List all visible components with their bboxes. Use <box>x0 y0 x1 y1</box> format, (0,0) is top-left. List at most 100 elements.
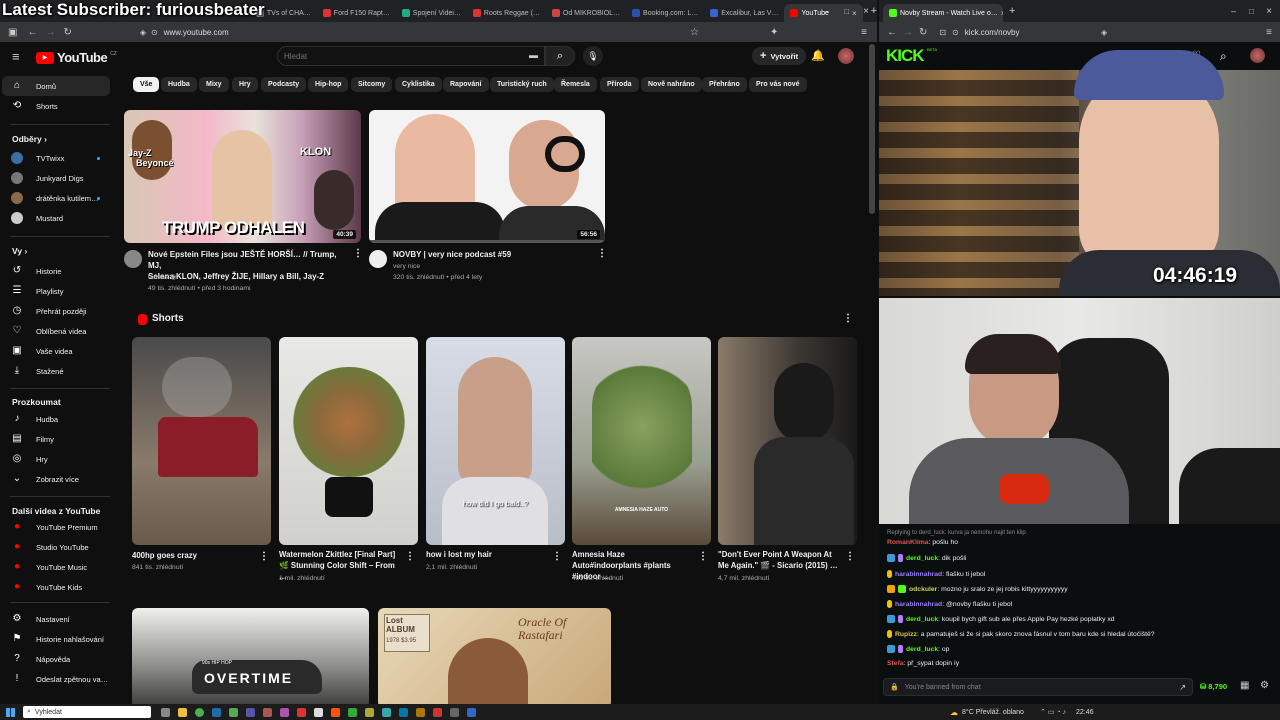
sidebar-item-settings[interactable]: ⚙ Nastavení <box>0 609 110 629</box>
maximize-icon[interactable]: □ <box>1249 7 1254 16</box>
channel-avatar[interactable] <box>124 250 142 268</box>
bookmark-icon[interactable]: ⊡ <box>939 28 946 37</box>
app-icon[interactable] <box>263 707 272 717</box>
menu-icon[interactable]: ≡ <box>861 27 867 38</box>
minimize-icon[interactable]: – <box>824 6 829 16</box>
more-options-icon[interactable]: ⋮ <box>353 248 363 259</box>
sidebar-item-shorts[interactable]: ⟲ Shorts <box>0 96 110 116</box>
sidebar-item-report-history[interactable]: ⚑ Historie nahlašování <box>0 629 110 649</box>
app-icon[interactable] <box>450 707 459 717</box>
sidebar-item-subscription[interactable]: drátěnka kutilem… <box>0 188 110 208</box>
weather-text[interactable]: 8°C Převláž. oblano <box>962 709 1024 716</box>
back-icon[interactable]: ← <box>27 27 37 38</box>
clock[interactable]: 22:46 <box>1076 709 1094 716</box>
video-thumbnail[interactable]: Lost ALBUM 1978 $3.95 Oracle Of Rastafar… <box>378 608 611 704</box>
short-thumbnail[interactable]: AMNESIA HAZE AUTO <box>572 337 711 545</box>
short-title[interactable]: how i lost my hair <box>426 549 546 560</box>
new-tab-button[interactable]: + <box>1009 5 1015 17</box>
more-options-icon[interactable]: ⋮ <box>845 551 855 562</box>
chat-username[interactable]: derd_luck <box>906 555 938 562</box>
avatar[interactable] <box>838 48 854 64</box>
reload-icon[interactable]: ↻ <box>63 27 71 38</box>
sidebar-item-watch-later[interactable]: ◷ Přehrát později <box>0 301 110 321</box>
search-button[interactable]: ⌕ <box>545 46 575 66</box>
sidebar-item-subscription[interactable]: Mustard <box>0 208 110 228</box>
channel-avatar[interactable] <box>369 250 387 268</box>
chip[interactable]: Hry <box>232 77 258 92</box>
chip[interactable]: Hip-hop <box>308 77 349 92</box>
short-thumbnail[interactable] <box>718 337 857 545</box>
sidebar-item-music[interactable]: ♪ Hudba <box>0 409 110 429</box>
app-icon[interactable] <box>433 707 442 717</box>
browser-tab[interactable]: Ford F150 Rapt… <box>317 4 396 22</box>
channel-name[interactable]: very nice <box>393 261 420 272</box>
chip[interactable]: Turistický ruch <box>490 77 554 92</box>
more-options-icon[interactable]: ⋮ <box>552 551 562 562</box>
app-icon[interactable] <box>297 707 306 717</box>
browser-tab[interactable]: Roots Reggae (… <box>467 4 546 22</box>
search-input[interactable] <box>278 47 508 65</box>
new-tab-button[interactable]: + <box>871 5 877 17</box>
short-thumbnail[interactable] <box>132 337 271 545</box>
emote-icon[interactable]: ↗ <box>1179 683 1186 692</box>
chat-username[interactable]: harabinnahrad <box>895 601 942 608</box>
tray-icons[interactable]: ⌃ ▭ ◔ ♪ <box>1040 708 1066 716</box>
chip[interactable]: Cyklistika <box>395 77 442 92</box>
app-icon[interactable] <box>467 707 476 717</box>
maximize-icon[interactable]: □ <box>844 7 849 16</box>
search-icon[interactable]: ⌕ <box>1220 49 1227 64</box>
chip[interactable]: Přehráno <box>702 77 747 92</box>
short-title[interactable]: 400hp goes crazy <box>132 550 252 561</box>
sidebar-item-liked[interactable]: ♡ Oblíbená videa <box>0 321 110 341</box>
chat-settings-icon[interactable]: ▦ <box>1240 680 1249 691</box>
chip[interactable]: Pro vás nové <box>749 77 807 92</box>
kick-logo[interactable]: KICK <box>886 46 925 66</box>
forward-icon[interactable]: → <box>903 27 913 38</box>
video-thumbnail[interactable]: Jay-Z Beyoncé KLON TRUMP ODHALEN 40:39 <box>124 110 361 243</box>
app-icon[interactable] <box>314 707 323 717</box>
app-icon[interactable] <box>246 707 255 717</box>
chip[interactable]: Sitcomy <box>351 77 393 92</box>
video-title[interactable]: Nové Epstein Files jsou JEŠTĚ HORŠÍ… // … <box>148 249 348 282</box>
chat-username[interactable]: harabinnahrad <box>895 571 942 578</box>
you-heading[interactable]: Vy › <box>12 246 27 256</box>
close-window-icon[interactable]: × <box>863 6 869 17</box>
sidebar-item-help[interactable]: ? Nápověda <box>0 649 110 669</box>
short-thumbnail[interactable] <box>279 337 418 545</box>
sidebar-item-subscription[interactable]: Junkyard Digs <box>0 168 110 188</box>
settings-icon[interactable]: ⊙ <box>952 28 959 37</box>
back-icon[interactable]: ← <box>887 27 897 38</box>
sidebar-item-games[interactable]: ◎ Hry <box>0 449 110 469</box>
taskbar-search[interactable]: ⌕ Vyhledat <box>23 706 151 718</box>
more-options-icon[interactable]: ⋮ <box>259 551 269 562</box>
brave-icon[interactable] <box>331 707 340 717</box>
url-text[interactable]: kick.com/novby <box>965 28 1020 37</box>
extensions-icon[interactable]: ✦ <box>770 27 778 38</box>
sidebar-item-feedback[interactable]: ! Odeslat zpětnou va… <box>0 669 110 689</box>
browser-tab[interactable]: Excalibur, Las V… <box>704 4 784 22</box>
url-text[interactable]: www.youtube.com <box>164 28 229 37</box>
sidebar-item-music-app[interactable]: ● YouTube Music <box>0 557 110 577</box>
more-options-icon[interactable]: ⋮ <box>405 551 415 562</box>
browser-tab[interactable]: Spojení Videi… <box>396 4 467 22</box>
forward-icon[interactable]: → <box>45 27 55 38</box>
close-tab-icon[interactable]: × <box>1001 9 1003 18</box>
channel-points[interactable]: ⛁ 8,790 <box>1200 682 1227 691</box>
chrome-icon[interactable] <box>195 707 204 717</box>
keyboard-icon[interactable]: ▬ <box>529 50 538 60</box>
stream-video[interactable]: 04:46:19 <box>879 50 1280 296</box>
minimize-icon[interactable]: – <box>1231 6 1236 16</box>
app-icon[interactable] <box>280 707 289 717</box>
browser-tab[interactable]: Od MIKROBIOL… <box>546 4 626 22</box>
brave-shield-icon[interactable]: ◈ <box>1101 28 1107 37</box>
browser-tab[interactable]: Booking.com: L… <box>626 4 704 22</box>
chat-username[interactable]: derd_luck <box>906 646 938 653</box>
star-icon[interactable]: ☆ <box>690 27 699 38</box>
sidebar-item-your-videos[interactable]: ▣ Vaše videa <box>0 341 110 361</box>
browser-tab-active[interactable]: Novby Stream - Watch Live o…× <box>883 4 1003 22</box>
sidebar-item-show-more[interactable]: ⌄ Zobrazit více <box>0 469 110 489</box>
more-options-icon[interactable]: ⋮ <box>698 551 708 562</box>
more-options-icon[interactable]: ⋮ <box>597 248 607 259</box>
chat-input-box[interactable]: 🔒 You're banned from chat ↗ <box>883 678 1193 696</box>
chip[interactable]: Mixy <box>199 77 229 92</box>
